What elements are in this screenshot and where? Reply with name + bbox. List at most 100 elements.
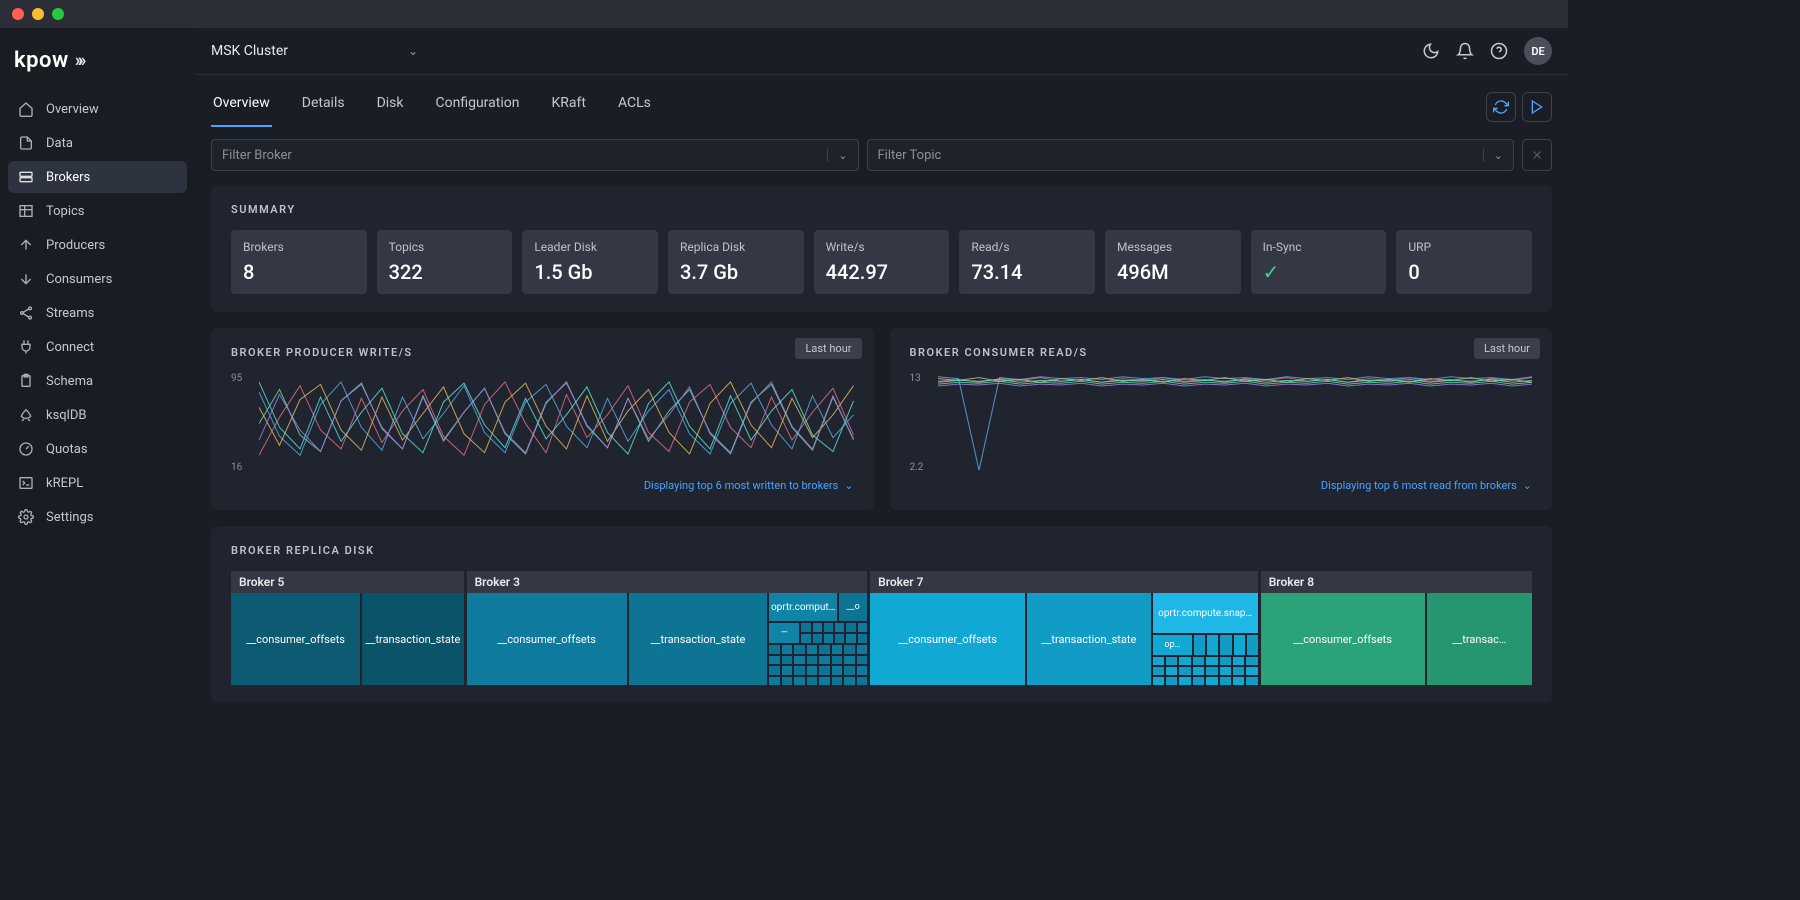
treemap-cell-small[interactable] (1153, 667, 1164, 675)
treemap-cell-small[interactable] (857, 656, 867, 665)
tab-disk[interactable]: Disk (375, 87, 406, 127)
sidebar-item-krepl[interactable]: kREPL (8, 467, 187, 499)
tab-overview[interactable]: Overview (211, 87, 272, 127)
notifications-icon[interactable] (1456, 42, 1474, 60)
sidebar-item-consumers[interactable]: Consumers (8, 263, 187, 295)
sidebar-item-streams[interactable]: Streams (8, 297, 187, 329)
treemap-cell-small[interactable] (1193, 667, 1204, 675)
treemap-cell-small[interactable] (794, 656, 804, 665)
treemap-cell[interactable]: __o (839, 593, 867, 621)
treemap-cell-small[interactable] (844, 666, 854, 675)
treemap-cell-small[interactable] (1153, 677, 1164, 685)
treemap-cell-small[interactable] (807, 656, 817, 665)
treemap-cell-small[interactable] (832, 656, 842, 665)
play-button[interactable] (1522, 92, 1552, 122)
treemap-cell-small[interactable] (844, 645, 854, 654)
treemap-cell-small[interactable] (769, 666, 779, 675)
treemap-cell-small[interactable] (846, 634, 855, 643)
refresh-button[interactable] (1486, 92, 1516, 122)
treemap-cell[interactable]: __consumer_offsets (1261, 593, 1425, 685)
treemap-cell-small[interactable] (813, 634, 822, 643)
treemap-broker-8[interactable]: Broker 8 __consumer_offsets __transac… (1261, 571, 1532, 685)
treemap-cell-small[interactable] (794, 666, 804, 675)
treemap-cell[interactable]: __consumer_offsets (231, 593, 360, 685)
close-window-button[interactable] (12, 8, 24, 20)
treemap-cell-small[interactable] (819, 645, 829, 654)
treemap-cell-small[interactable] (801, 634, 810, 643)
treemap-cell-small[interactable] (1207, 635, 1218, 655)
treemap-cell-small[interactable] (807, 677, 817, 686)
treemap-cell-small[interactable] (857, 666, 867, 675)
treemap-cell-small[interactable] (1166, 667, 1177, 675)
treemap-cell[interactable]: __consumer_offsets (870, 593, 1025, 685)
treemap-cell-small[interactable] (824, 623, 833, 632)
treemap-cell-small[interactable] (1193, 677, 1204, 685)
time-range-badge[interactable]: Last hour (1474, 338, 1540, 359)
treemap-cell-small[interactable] (782, 645, 792, 654)
treemap-cell-small[interactable] (807, 645, 817, 654)
chart-footer-link[interactable]: Displaying top 6 most read from brokers … (910, 479, 1533, 492)
treemap-cell-small[interactable] (844, 656, 854, 665)
treemap-cell-small[interactable] (1220, 667, 1231, 675)
treemap-cell-small[interactable] (807, 666, 817, 675)
treemap-cell-small[interactable] (769, 656, 779, 665)
treemap-cell[interactable]: __transaction_state (629, 593, 767, 685)
treemap-cell-small[interactable] (1179, 657, 1190, 665)
treemap-cell-small[interactable] (801, 623, 810, 632)
treemap-cell-small[interactable] (769, 677, 779, 686)
tab-kraft[interactable]: KRaft (549, 87, 587, 127)
treemap-cell-small[interactable] (1247, 635, 1258, 655)
treemap-cell[interactable]: __transaction_state (1027, 593, 1151, 685)
treemap-cell-small[interactable] (1206, 667, 1217, 675)
sidebar-item-connect[interactable]: Connect (8, 331, 187, 363)
treemap-cell[interactable]: __consumer_offsets (467, 593, 627, 685)
treemap-cell-small[interactable] (1206, 657, 1217, 665)
sidebar-item-brokers[interactable]: Brokers (8, 161, 187, 193)
maximize-window-button[interactable] (52, 8, 64, 20)
treemap-cell-small[interactable] (832, 645, 842, 654)
help-icon[interactable] (1490, 42, 1508, 60)
cluster-selector[interactable]: MSK Cluster ⌄ (211, 43, 418, 59)
treemap-broker-5[interactable]: Broker 5 __consumer_offsets __transactio… (231, 571, 464, 685)
treemap-cell-small[interactable] (1166, 677, 1177, 685)
treemap-cell-small[interactable] (782, 666, 792, 675)
treemap-cell-small[interactable] (1233, 677, 1244, 685)
treemap-cell-small[interactable] (794, 645, 804, 654)
sidebar-item-producers[interactable]: Producers (8, 229, 187, 261)
sidebar-item-overview[interactable]: Overview (8, 93, 187, 125)
treemap-cell-small[interactable] (1220, 657, 1231, 665)
treemap-cell-small[interactable] (1179, 677, 1190, 685)
treemap-cell-small[interactable] (858, 634, 867, 643)
treemap-cell-small[interactable] (844, 677, 854, 686)
treemap-cell-small[interactable] (846, 623, 855, 632)
treemap-cell-small[interactable] (835, 623, 844, 632)
time-range-badge[interactable]: Last hour (795, 338, 861, 359)
treemap-cell-small[interactable] (1233, 667, 1244, 675)
treemap-cell-small[interactable] (1220, 677, 1231, 685)
treemap-cell-small[interactable] (1246, 677, 1257, 685)
theme-toggle-icon[interactable] (1422, 42, 1440, 60)
filter-broker-select[interactable]: Filter Broker ⌄ (211, 139, 859, 171)
treemap-cell-small[interactable] (1246, 667, 1257, 675)
treemap-cell-small[interactable] (1220, 635, 1231, 655)
treemap-cell-small[interactable] (1194, 635, 1205, 655)
treemap-cell-small[interactable] (1166, 657, 1177, 665)
treemap-cell-small[interactable] (858, 623, 867, 632)
treemap-cell-small[interactable] (1153, 657, 1164, 665)
treemap-cell-small[interactable] (813, 623, 822, 632)
tab-details[interactable]: Details (300, 87, 347, 127)
treemap-cell-small[interactable] (1193, 657, 1204, 665)
treemap-cell-small[interactable] (819, 656, 829, 665)
minimize-window-button[interactable] (32, 8, 44, 20)
sidebar-item-schema[interactable]: Schema (8, 365, 187, 397)
treemap-cell-small[interactable] (824, 634, 833, 643)
treemap-cell-small[interactable] (782, 656, 792, 665)
treemap-cell[interactable]: oprtr.comput… (769, 593, 837, 621)
user-avatar[interactable]: DE (1524, 37, 1552, 65)
treemap-cell[interactable]: __transaction_state (362, 593, 463, 685)
treemap-cell-small[interactable] (832, 677, 842, 686)
filter-topic-select[interactable]: Filter Topic ⌄ (867, 139, 1515, 171)
tab-acls[interactable]: ACLs (616, 87, 653, 127)
treemap-broker-7[interactable]: Broker 7 __consumer_offsets __transactio… (870, 571, 1258, 685)
sidebar-item-settings[interactable]: Settings (8, 501, 187, 533)
